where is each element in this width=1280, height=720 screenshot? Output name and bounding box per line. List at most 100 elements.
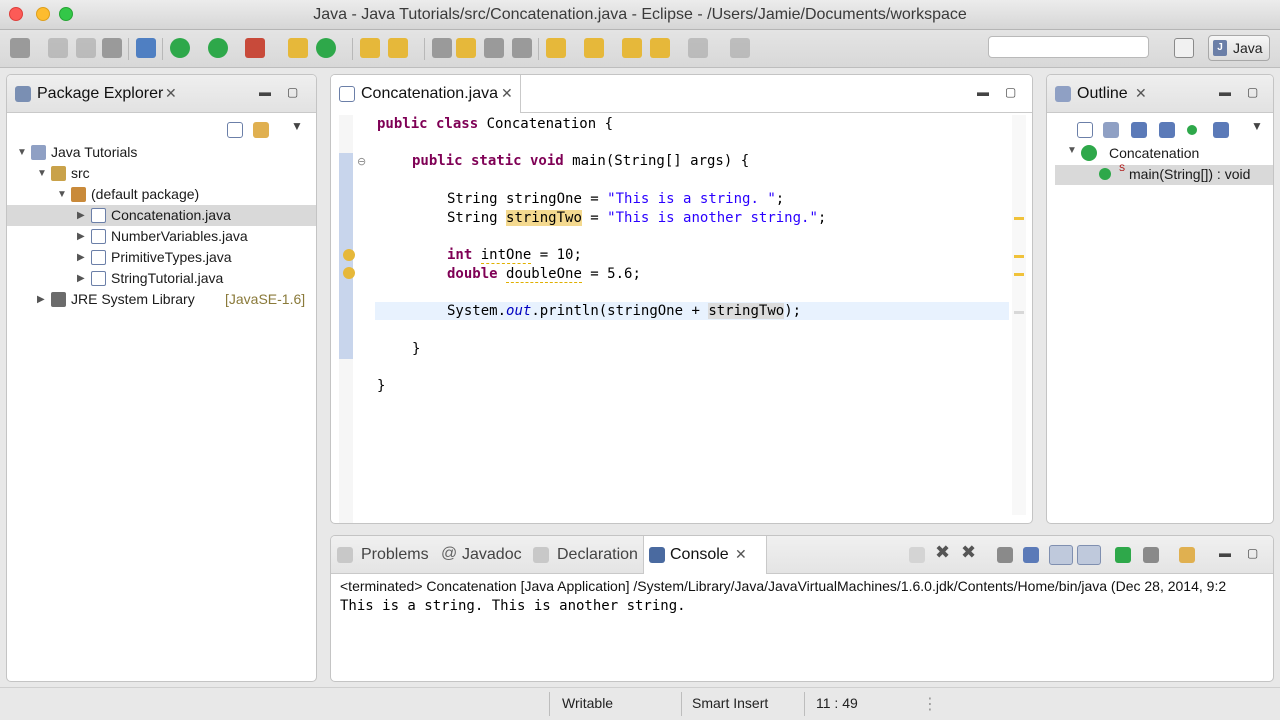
- close-icon[interactable]: ✕: [735, 546, 747, 563]
- code-line-13[interactable]: }: [412, 340, 420, 358]
- view-menu-icon[interactable]: ▼: [291, 119, 303, 133]
- collapse-all-icon[interactable]: [1077, 122, 1093, 138]
- word-wrap-icon[interactable]: [1049, 545, 1073, 565]
- java-perspective-button[interactable]: J Java: [1208, 35, 1270, 61]
- debug-icon[interactable]: [170, 38, 190, 58]
- save-icon[interactable]: [48, 38, 68, 58]
- hide-static-icon[interactable]: [1159, 122, 1175, 138]
- overview-marker[interactable]: [1014, 273, 1024, 276]
- save-all-icon[interactable]: [76, 38, 96, 58]
- collapsed-triangle-icon[interactable]: ▶: [77, 268, 85, 289]
- display-console-icon[interactable]: [1143, 547, 1159, 563]
- clear-console-icon[interactable]: [1023, 547, 1039, 563]
- tree-item[interactable]: ▼ Java Tutorials: [7, 142, 316, 163]
- skip-breakpoints-icon[interactable]: [136, 38, 156, 58]
- tree-item[interactable]: ▶ StringTutorial.java: [7, 268, 316, 289]
- new-class-icon[interactable]: [316, 38, 336, 58]
- collapsed-triangle-icon[interactable]: ▶: [77, 205, 85, 226]
- tree-item[interactable]: ▶ JRE System Library [JavaSE-1.6]: [7, 289, 316, 310]
- tab-declaration[interactable]: Declaration: [557, 546, 638, 564]
- next-annotation-icon[interactable]: [546, 38, 566, 58]
- warning-icon[interactable]: [343, 249, 355, 261]
- quick-access-input[interactable]: [988, 36, 1149, 58]
- outline-title[interactable]: Outline: [1077, 85, 1128, 103]
- code-line-9[interactable]: double doubleOne = 5.6;: [447, 265, 641, 283]
- maximize-icon[interactable]: ▢: [287, 85, 298, 99]
- tab-console[interactable]: Console: [670, 546, 729, 564]
- view-menu-icon[interactable]: ▼: [1251, 119, 1263, 133]
- open-task-icon[interactable]: [432, 38, 452, 58]
- code-line-3[interactable]: public static void main(String[] args) {: [412, 152, 749, 170]
- show-when-output-icon[interactable]: [1077, 545, 1101, 565]
- collapsed-triangle-icon[interactable]: ▶: [77, 247, 85, 268]
- search-icon[interactable]: [388, 38, 408, 58]
- remove-all-terminated-icon[interactable]: ✖: [961, 542, 976, 563]
- pin-console-icon[interactable]: [1115, 547, 1131, 563]
- outline-method-label[interactable]: main(String[]) : void: [1129, 166, 1250, 182]
- last-edit-location-icon[interactable]: [622, 38, 642, 58]
- expand-triangle-icon[interactable]: ▼: [57, 184, 67, 205]
- warning-icon[interactable]: [343, 267, 355, 279]
- hide-local-types-icon[interactable]: [1213, 122, 1229, 138]
- minimize-icon[interactable]: ▬: [1219, 85, 1231, 99]
- package-explorer-title[interactable]: Package Explorer: [37, 85, 163, 103]
- overview-ruler[interactable]: [1012, 115, 1026, 515]
- open-console-icon[interactable]: [1179, 547, 1195, 563]
- print-icon[interactable]: [102, 38, 122, 58]
- back-icon[interactable]: [650, 38, 670, 58]
- pin-editor-icon[interactable]: [730, 38, 750, 58]
- editor-tab-concatenation[interactable]: Concatenation.java ✕: [331, 75, 521, 113]
- tab-javadoc[interactable]: Javadoc: [462, 546, 522, 564]
- close-icon[interactable]: ✕: [1135, 85, 1147, 102]
- code-line-5[interactable]: String stringOne = "This is a string. ";: [447, 190, 784, 208]
- link-with-editor-icon[interactable]: [253, 122, 269, 138]
- outline-class-label[interactable]: Concatenation: [1109, 145, 1199, 161]
- console-output[interactable]: This is a string. This is another string…: [340, 598, 686, 614]
- tree-item[interactable]: ▶ PrimitiveTypes.java: [7, 247, 316, 268]
- minimize-icon[interactable]: ▬: [1219, 546, 1231, 560]
- fold-collapse-icon[interactable]: ⊖: [357, 155, 366, 168]
- collapsed-triangle-icon[interactable]: ▶: [77, 226, 85, 247]
- run-icon[interactable]: [208, 38, 228, 58]
- remove-launch-icon[interactable]: ✖: [935, 542, 950, 563]
- open-type-icon[interactable]: [360, 38, 380, 58]
- show-whitespace-icon[interactable]: [512, 38, 532, 58]
- close-icon[interactable]: ✕: [165, 85, 177, 102]
- maximize-icon[interactable]: ▢: [1247, 546, 1258, 560]
- maximize-icon[interactable]: ▢: [1247, 85, 1258, 99]
- hide-nonpublic-icon[interactable]: [1187, 125, 1197, 135]
- previous-annotation-icon[interactable]: [584, 38, 604, 58]
- code-line-6[interactable]: String stringTwo = "This is another stri…: [447, 209, 826, 227]
- tree-item[interactable]: ▼ src: [7, 163, 316, 184]
- overview-marker[interactable]: [1014, 217, 1024, 220]
- collapse-all-icon[interactable]: [227, 122, 243, 138]
- code-line-11[interactable]: System.out.println(stringOne + stringTwo…: [447, 302, 801, 320]
- sort-icon[interactable]: [1103, 122, 1119, 138]
- expand-triangle-icon[interactable]: ▼: [17, 142, 27, 163]
- close-icon[interactable]: ✕: [501, 85, 513, 102]
- tab-problems[interactable]: Problems: [361, 546, 429, 564]
- open-perspective-icon[interactable]: [1174, 38, 1194, 58]
- new-java-project-icon[interactable]: [288, 38, 308, 58]
- new-icon[interactable]: [10, 38, 30, 58]
- tree-item[interactable]: ▶ Concatenation.java: [7, 205, 316, 226]
- tree-item[interactable]: ▼ (default package): [7, 184, 316, 205]
- collapsed-triangle-icon[interactable]: ▶: [37, 289, 45, 310]
- mark-occurrences-icon[interactable]: [456, 38, 476, 58]
- forward-icon[interactable]: [688, 38, 708, 58]
- minimize-icon[interactable]: ▬: [977, 85, 989, 99]
- tree-item[interactable]: ▶ NumberVariables.java: [7, 226, 316, 247]
- scroll-lock-icon[interactable]: [997, 547, 1013, 563]
- code-line-1[interactable]: public class Concatenation {: [377, 115, 613, 133]
- code-line-15[interactable]: }: [377, 377, 385, 395]
- expand-triangle-icon[interactable]: ▼: [1067, 145, 1077, 156]
- overview-marker[interactable]: [1014, 311, 1024, 314]
- expand-triangle-icon[interactable]: ▼: [37, 163, 47, 184]
- terminate-icon[interactable]: [909, 547, 925, 563]
- block-selection-icon[interactable]: [484, 38, 504, 58]
- minimize-icon[interactable]: ▬: [259, 85, 271, 99]
- maximize-icon[interactable]: ▢: [1005, 85, 1016, 99]
- hide-fields-icon[interactable]: [1131, 122, 1147, 138]
- external-tools-icon[interactable]: [245, 38, 265, 58]
- overview-marker[interactable]: [1014, 255, 1024, 258]
